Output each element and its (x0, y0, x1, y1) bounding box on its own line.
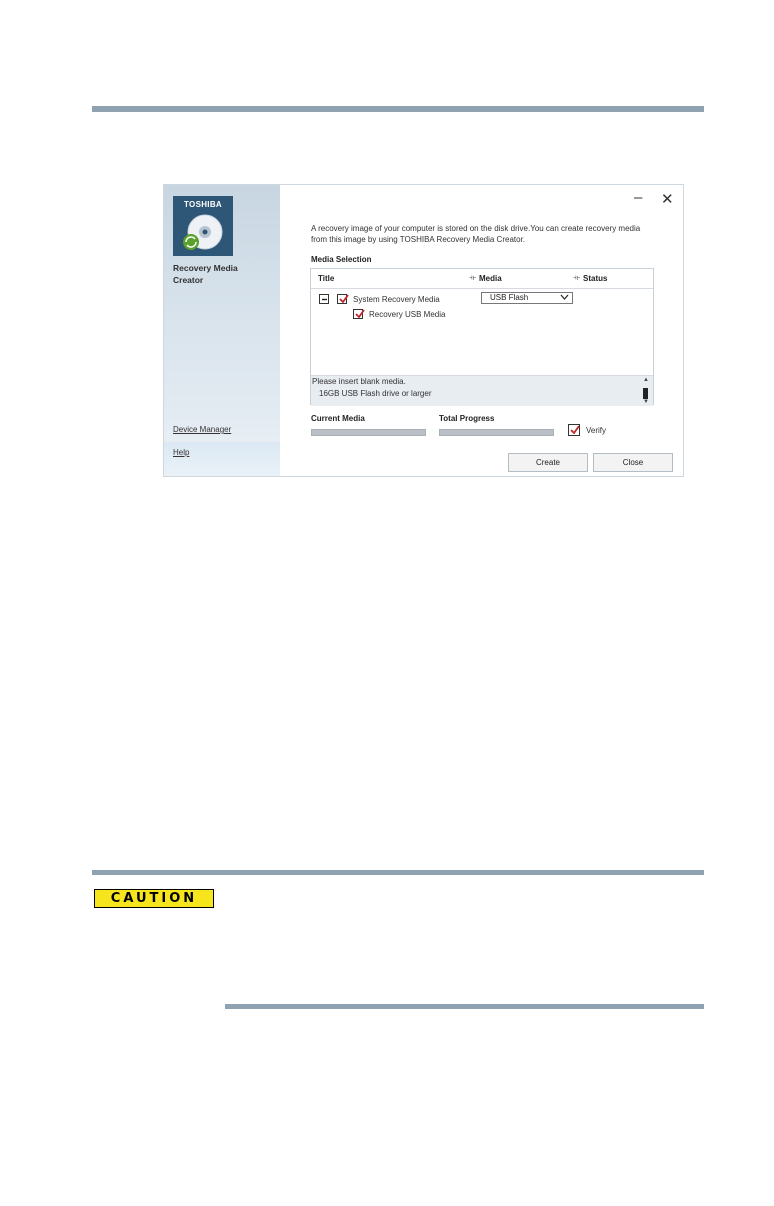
scrollbar-thumb[interactable] (643, 388, 648, 399)
total-progress-label: Total Progress (439, 414, 495, 423)
media-info-pane: Please insert blank media. 16GB USB Flas… (311, 375, 653, 406)
app-logo: TOSHIBA (173, 196, 233, 256)
media-selection-list: Title ⟛ Media ⟛ Status System Recovery M… (310, 268, 654, 406)
minimize-button[interactable]: – (634, 190, 642, 205)
system-recovery-media-label: System Recovery Media (353, 295, 440, 304)
app-name: Recovery Media Creator (173, 263, 238, 285)
minus-icon (322, 298, 327, 301)
caution-bottom-rule (225, 1004, 704, 1009)
checkmark-icon (570, 425, 580, 435)
brand-label: TOSHIBA (184, 200, 222, 209)
sidebar-footer: Help (164, 442, 280, 476)
recovery-usb-media-checkbox[interactable] (353, 309, 365, 319)
device-manager-link[interactable]: Device Manager (173, 425, 231, 434)
description-text: A recovery image of your computer is sto… (311, 224, 641, 244)
column-resize-icon[interactable]: ⟛ (469, 273, 476, 283)
system-recovery-media-checkbox[interactable] (337, 294, 349, 304)
column-resize-icon[interactable]: ⟛ (573, 273, 580, 283)
media-type-value: USB Flash (490, 293, 529, 302)
verify-label: Verify (586, 426, 607, 435)
column-header-title[interactable]: Title (318, 274, 334, 283)
caution-badge: CAUTION (94, 889, 214, 908)
recovery-usb-media-label: Recovery USB Media (369, 310, 446, 319)
info-line-2: 16GB USB Flash drive or larger (319, 389, 432, 398)
column-header-media[interactable]: Media (479, 274, 502, 283)
top-rule (92, 106, 704, 112)
scroll-down-arrow-icon[interactable]: ▼ (643, 399, 649, 405)
recovery-media-creator-window: TOSHIBA Recovery Media Creator Device Ma… (163, 184, 684, 477)
close-window-button[interactable]: ✕ (661, 192, 674, 207)
info-line-1: Please insert blank media. (312, 377, 406, 386)
verify-checkbox[interactable] (568, 424, 580, 436)
help-link[interactable]: Help (173, 448, 189, 457)
scroll-up-arrow-icon[interactable]: ▲ (643, 377, 649, 383)
disc-icon (183, 214, 223, 250)
close-button[interactable]: Close (593, 453, 673, 472)
media-selection-label: Media Selection (311, 255, 372, 264)
column-header-status[interactable]: Status (583, 274, 607, 283)
checkmark-icon (339, 294, 349, 304)
media-type-select[interactable]: USB Flash (481, 292, 573, 304)
current-media-label: Current Media (311, 414, 365, 423)
chevron-down-icon (560, 293, 569, 304)
caution-top-rule (92, 870, 704, 875)
total-progress-bar (439, 429, 554, 436)
current-media-progress-bar (311, 429, 426, 436)
checkmark-icon (355, 309, 365, 319)
create-button[interactable]: Create (508, 453, 588, 472)
sidebar: TOSHIBA Recovery Media Creator Device Ma… (164, 185, 280, 476)
header-divider (311, 288, 653, 289)
collapse-toggle[interactable] (319, 294, 329, 304)
